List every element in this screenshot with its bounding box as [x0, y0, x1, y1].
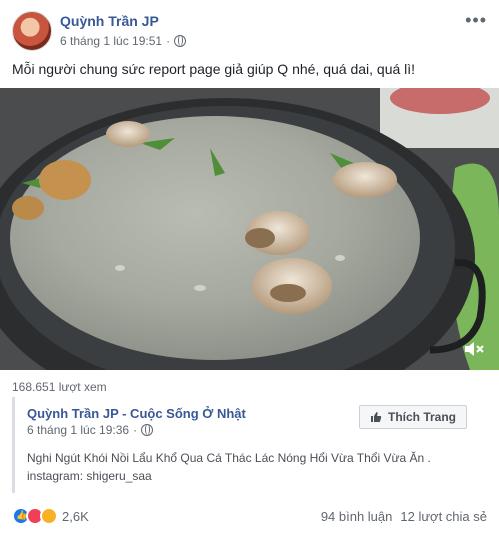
post-author-name[interactable]: Quỳnh Trần JP: [60, 13, 159, 29]
like-page-label: Thích Trang: [387, 410, 456, 424]
globe-icon: [141, 424, 154, 436]
shared-timestamp[interactable]: 6 tháng 1 lúc 19:36: [27, 423, 129, 437]
comment-count[interactable]: 94 bình luận: [321, 509, 393, 524]
post-caption: Mỗi người chung sức report page giả giúp…: [12, 61, 416, 77]
shared-meta: 6 tháng 1 lúc 19:36 ·: [27, 423, 154, 437]
video-frame: [0, 88, 499, 370]
more-options-icon[interactable]: •••: [465, 10, 487, 31]
engagement-stats: 94 bình luận 12 lượt chia sẻ: [321, 509, 487, 524]
post-timestamp[interactable]: 6 tháng 1 lúc 19:51: [60, 34, 162, 48]
meta-separator: ·: [166, 34, 171, 48]
shared-author-name[interactable]: Quỳnh Trần JP - Cuộc Sống Ở Nhật: [27, 406, 246, 421]
shared-post-card: Quỳnh Trần JP - Cuộc Sống Ở Nhật 6 tháng…: [12, 397, 487, 493]
post-meta: 6 tháng 1 lúc 19:51 ·: [60, 34, 187, 48]
facebook-post: Quỳnh Trần JP 6 tháng 1 lúc 19:51 · ••• …: [0, 0, 499, 535]
globe-icon: [174, 35, 187, 47]
view-count: 168.651 lượt xem: [12, 380, 107, 394]
like-page-button[interactable]: Thích Trang: [358, 405, 467, 429]
video-player[interactable]: [0, 88, 499, 370]
reaction-count: 2,6K: [62, 508, 89, 524]
shared-post-text: Nghi Ngút Khói Nồi Lẩu Khổ Qua Cá Thác L…: [27, 451, 431, 483]
thumbs-up-icon: [370, 412, 382, 422]
shared-meta-separator: ·: [133, 423, 138, 437]
reactions-summary[interactable]: 2,6K: [12, 507, 89, 525]
author-avatar[interactable]: [12, 11, 52, 51]
speaker-muted-icon[interactable]: [463, 340, 485, 358]
share-count[interactable]: 12 lượt chia sẻ: [400, 509, 487, 524]
haha-reaction-icon: [40, 507, 58, 525]
